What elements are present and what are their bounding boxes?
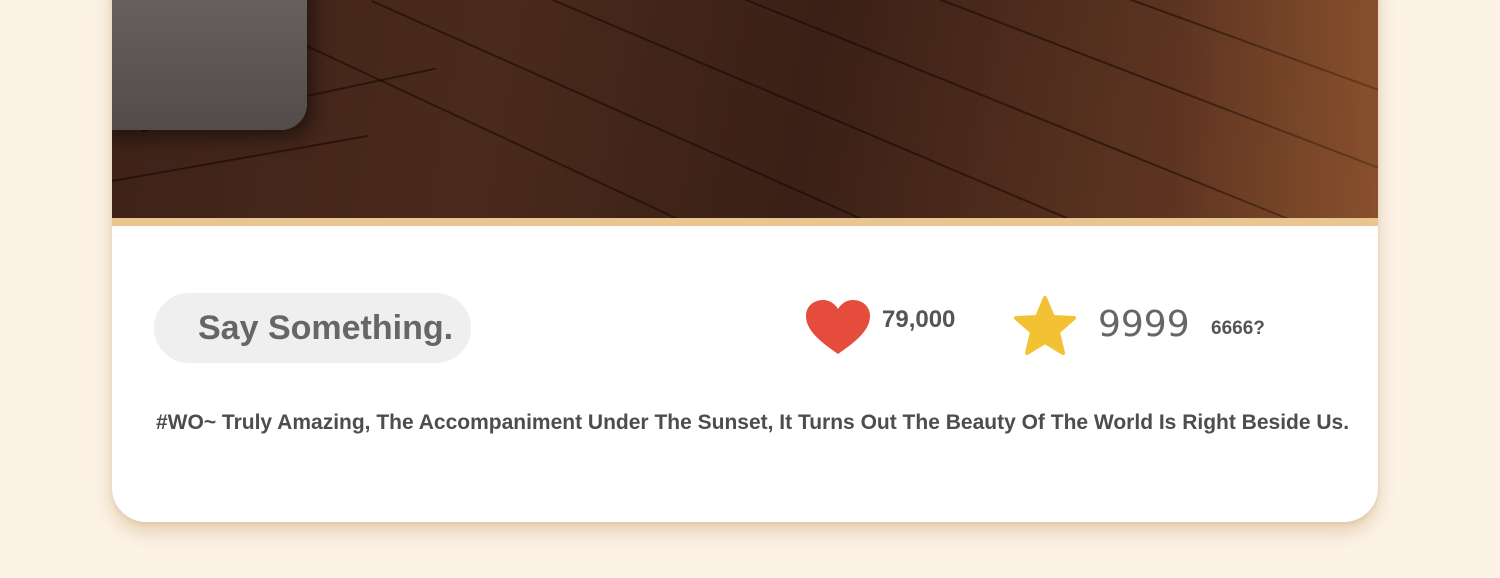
post-card: Say Something. 79,000 9999 6666? #WO~ Tr… xyxy=(112,0,1378,522)
floor-plank-line xyxy=(231,10,867,218)
post-caption: #WO~ Truly Amazing, The Accompaniment Un… xyxy=(156,411,1350,434)
photo-divider xyxy=(112,218,1378,226)
floor-plank-line xyxy=(112,134,369,182)
star-icon[interactable] xyxy=(1012,295,1078,357)
floor-plank-line xyxy=(531,0,1177,218)
sunlight-glow xyxy=(1172,0,1378,218)
comment-input[interactable]: Say Something. xyxy=(154,293,471,363)
favorites-count: 9999 xyxy=(1098,304,1190,345)
post-photo[interactable] xyxy=(112,0,1378,218)
sofa-shape xyxy=(112,0,307,130)
extra-count: 6666? xyxy=(1211,318,1265,339)
floor-plank-line xyxy=(371,0,1012,218)
likes-count: 79,000 xyxy=(882,306,956,333)
heart-icon[interactable] xyxy=(804,298,872,356)
